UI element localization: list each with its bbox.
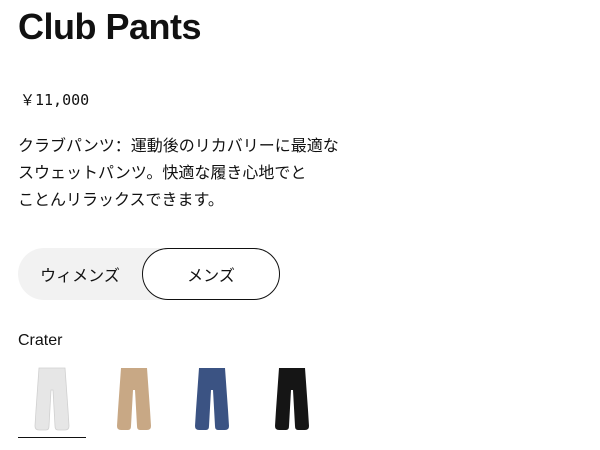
product-title: Club Pants — [18, 6, 202, 47]
description-line: クラブパンツ：運動後のリカバリーに最適な — [18, 136, 339, 155]
color-swatch-tan[interactable] — [100, 364, 168, 436]
mens-option-button[interactable]: メンズ — [142, 248, 280, 300]
description-line: スウェットパンツ。快適な履き心地でと — [18, 163, 307, 182]
womens-option-button[interactable]: ウィメンズ — [18, 248, 142, 300]
pants-white-icon — [34, 367, 70, 431]
gender-toggle: ウィメンズ メンズ — [18, 248, 280, 300]
color-swatch-black[interactable] — [258, 364, 326, 436]
product-description: クラブパンツ：運動後のリカバリーに最適な スウェットパンツ。快適な履き心地でと … — [18, 132, 418, 213]
color-swatch-navy[interactable] — [178, 364, 246, 436]
pants-navy-icon — [195, 368, 229, 430]
color-name-label: Crater — [18, 332, 63, 349]
pants-black-icon — [275, 368, 309, 430]
description-line: ことんリラックスできます。 — [18, 190, 224, 209]
product-price: ￥11,000 — [20, 91, 90, 109]
pants-tan-icon — [117, 368, 151, 430]
color-swatch-crater[interactable] — [18, 364, 86, 438]
